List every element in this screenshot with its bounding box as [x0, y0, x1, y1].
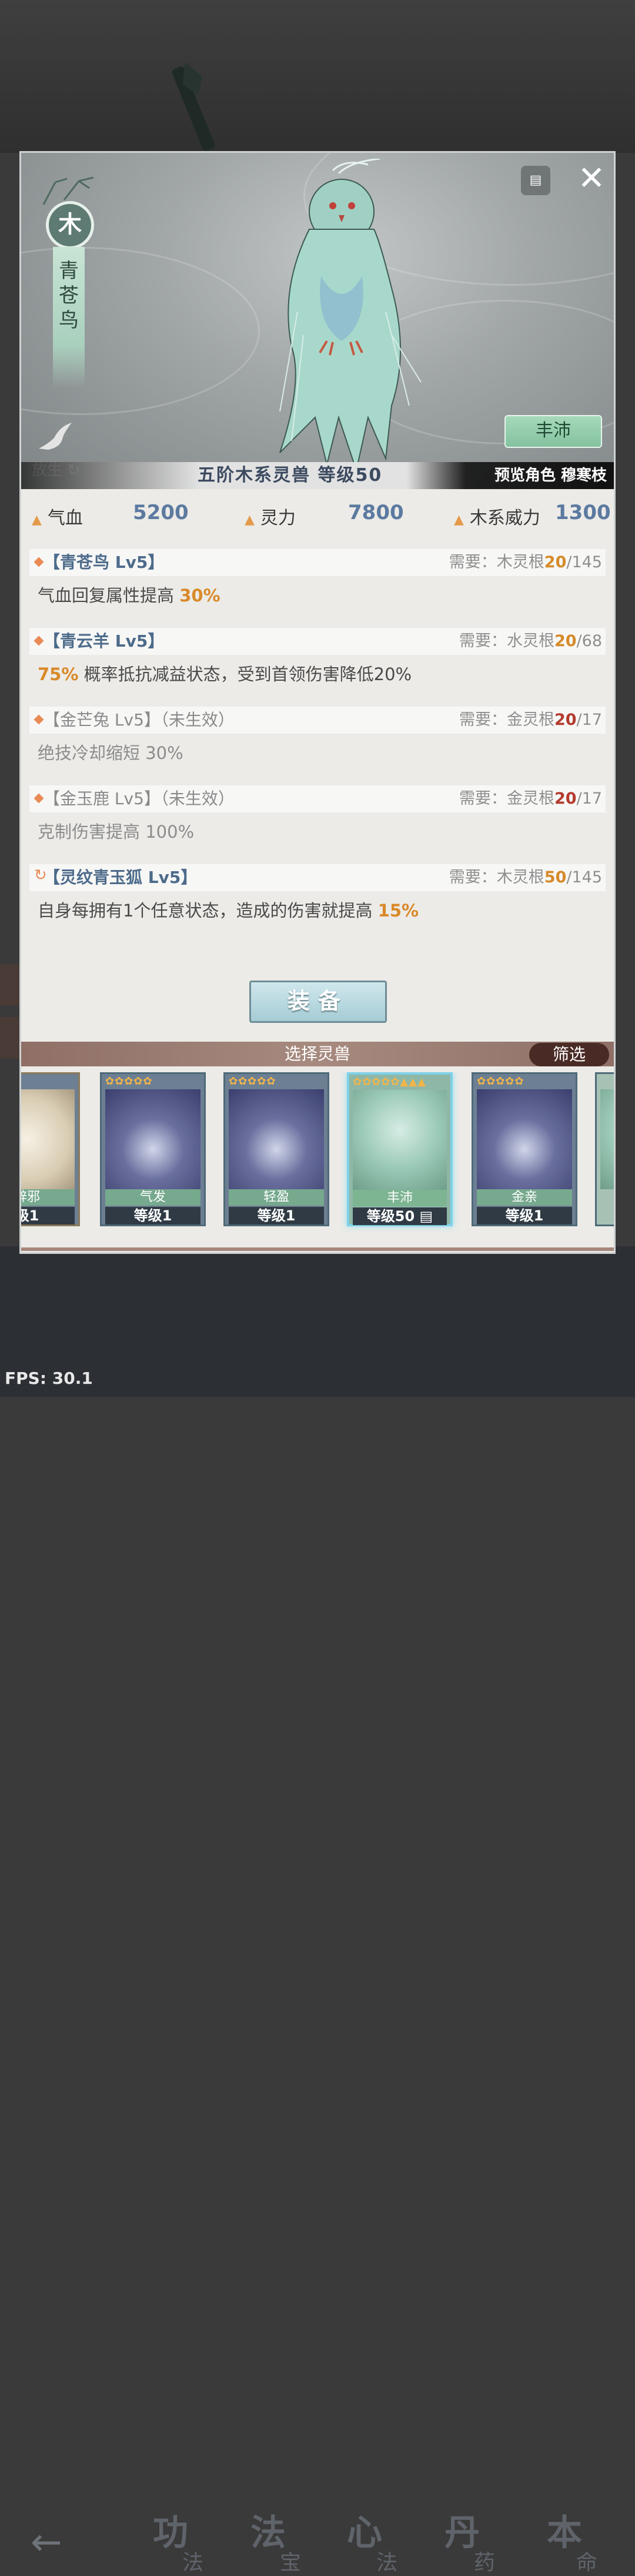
stat-mp: ▲ 灵力: [245, 501, 296, 536]
skill-description: 气血回复属性提高 30%: [38, 586, 220, 605]
beast-card-art: [600, 1089, 614, 1189]
diamond-icon: [34, 557, 44, 567]
skill-header: ↻ 【灵纹青玉狐 Lv5】 需要：木灵根50/145: [29, 864, 606, 891]
background-side-bar: [0, 1017, 21, 1058]
nav-tab-fabao[interactable]: 法 宝: [233, 2504, 321, 2575]
beast-illustration: [279, 159, 422, 473]
beast-card-art: [105, 1089, 200, 1189]
preview-character[interactable]: 预览角色 穆寒枝: [494, 463, 607, 488]
beast-card-selected[interactable]: ✿✿✿✿✿▲▲▲ 丰沛 等级50 ▤: [347, 1072, 453, 1226]
skill-description: 75% 概率抵抗减益状态，受到首领伤害降低20%: [38, 664, 412, 684]
triangle-icon: ▲: [245, 513, 255, 527]
beast-card[interactable]: ✿✿✿✿✿ 轻盈 等级1: [223, 1072, 329, 1226]
beast-card-level: 等级50 ▤: [353, 1207, 447, 1225]
element-badge: 木: [46, 201, 94, 249]
star-icons: ✿✿✿✿✿▲▲▲: [353, 1076, 426, 1088]
beast-portrait-area: 木 青苍鸟 ▤ ✕ 丰沛 放生 ↻: [21, 153, 614, 489]
chest-icon[interactable]: ▤: [521, 166, 550, 195]
beast-detail-panel: 木 青苍鸟 ▤ ✕ 丰沛 放生 ↻: [21, 153, 614, 1252]
beast-name: 青苍鸟: [59, 259, 79, 332]
skill-requirement: 需要：金灵根20/17: [459, 711, 602, 729]
star-icons: ✿✿✿✿✿: [105, 1075, 153, 1088]
skill-header: 【青苍鸟 Lv5】 需要：木灵根20/145: [29, 549, 606, 576]
beast-card-art: [21, 1089, 75, 1189]
fps-counter: FPS: 30.1: [5, 1369, 93, 1388]
beast-card-art: [353, 1090, 447, 1190]
skill-description: 绝技冷却缩短 30%: [38, 743, 183, 763]
stats-row: ▲ 气血 5200 ▲ 灵力 7800 ▲ 木系威力 1300: [21, 501, 614, 536]
stat-hp-value: 5200: [133, 501, 189, 524]
stat-wood-power: ▲ 木系威力: [454, 501, 540, 536]
nav-tab-benming[interactable]: 本 命: [529, 2504, 617, 2575]
beast-card[interactable]: [595, 1072, 614, 1226]
panel-bottom-border: [21, 1247, 614, 1251]
skill-requirement: 需要：水灵根20/68: [459, 632, 602, 650]
equip-button[interactable]: 装备: [249, 981, 387, 1023]
skill-header: 【金芒兔 Lv5】（未生效） 需要：金灵根20/17: [29, 707, 606, 734]
stat-wood-power-value: 1300: [555, 501, 611, 524]
triangle-icon: ▲: [454, 513, 464, 527]
bottom-nav: ← 功 法 法 宝 心 法 丹 药 本 命: [0, 1246, 635, 2575]
skill-header: 【青云羊 Lv5】 需要：水灵根20/68: [29, 628, 606, 655]
nav-tab-gongfa[interactable]: 功 法: [135, 2504, 223, 2575]
close-button[interactable]: ✕: [574, 161, 609, 196]
chest-icon: ▤: [419, 1208, 433, 1225]
beast-card[interactable]: ✿✿✿✿✿ 金亲 等级1: [472, 1072, 577, 1226]
dove-icon: [39, 423, 72, 450]
beast-rank-level: 五阶木系灵兽 等级50: [198, 465, 383, 486]
star-icons: ✿✿✿✿✿: [477, 1075, 524, 1088]
background-scene: [0, 0, 635, 153]
beast-card[interactable]: ✿✿✿✿✿ 气发 等级1: [100, 1072, 206, 1226]
star-icons: ✿✿✿✿✿: [229, 1075, 276, 1088]
beast-card-list: ★★ 辟邪 级1 ✿✿✿✿✿ 气发 等级1 ✿✿✿✿✿ 轻盈 等级1 ✿✿✿✿✿…: [21, 1072, 614, 1249]
background-side-bar: [0, 964, 21, 1005]
triangle-icon: ▲: [32, 513, 42, 527]
diamond-icon: [34, 635, 44, 646]
back-arrow-icon[interactable]: ←: [31, 2524, 78, 2561]
select-beast-bar: 选择灵兽 筛选: [21, 1042, 614, 1066]
beast-card[interactable]: ★★ 辟邪 级1: [21, 1072, 80, 1226]
filter-button[interactable]: 筛选: [529, 1043, 609, 1066]
beast-card-art: [477, 1089, 572, 1189]
select-beast-title: 选择灵兽: [284, 1044, 350, 1063]
diamond-icon: [34, 714, 44, 725]
nav-tab-xinfa[interactable]: 心 法: [329, 2504, 417, 2575]
skill-header: 【金玉鹿 Lv5】（未生效） 需要：金灵根20/17: [29, 785, 606, 812]
skill-requirement: 需要：金灵根20/17: [459, 789, 602, 808]
skill-description: 自身每拥有1个任意状态，造成的伤害就提高 15%: [38, 901, 419, 921]
info-strip: 五阶木系灵兽 等级50 预览角色 穆寒枝: [21, 462, 614, 489]
stat-mp-value: 7800: [348, 501, 404, 524]
beast-card-art: [229, 1089, 324, 1189]
quality-badge: 丰沛: [504, 415, 602, 448]
nav-tab-danyao[interactable]: 丹 药: [427, 2504, 515, 2575]
skill-requirement: 需要：木灵根20/145: [449, 553, 602, 571]
skill-requirement: 需要：木灵根50/145: [449, 868, 602, 886]
diamond-icon: [34, 793, 44, 804]
skill-description: 克制伤害提高 100%: [38, 822, 195, 842]
stat-hp: ▲ 气血: [32, 501, 83, 536]
